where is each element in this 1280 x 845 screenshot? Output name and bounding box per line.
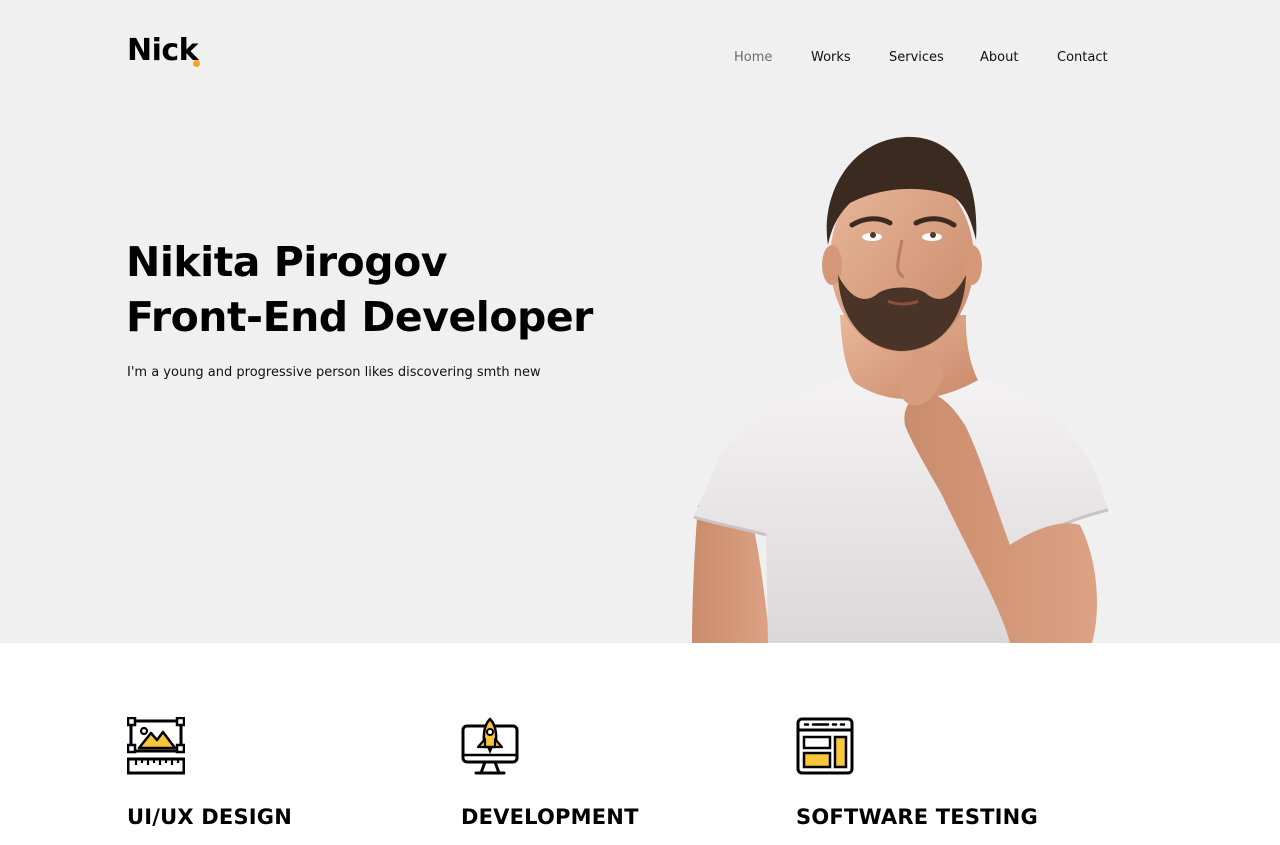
service-title: UI/UX DESIGN: [127, 805, 293, 829]
hero-name: Nikita Pirogov: [126, 238, 447, 286]
browser-layout-icon: [796, 717, 854, 775]
services-section: UI/UX DESIGN DEVELOPMENT SOFTWARE TESTIN…: [0, 643, 1280, 845]
rocket-monitor-icon: [461, 717, 519, 775]
service-title: SOFTWARE TESTING: [796, 805, 1038, 829]
site-header: Nick Home Works Services About Contact: [0, 0, 1280, 110]
nav-item-contact[interactable]: Contact: [1057, 49, 1108, 67]
portrait-photo: [692, 136, 1109, 643]
nav-item-about[interactable]: About: [980, 49, 1018, 67]
hero-section: Nick Home Works Services About Contact N…: [0, 0, 1280, 643]
hero-tagline: I'm a young and progressive person likes…: [127, 365, 541, 380]
nav-item-services[interactable]: Services: [889, 49, 944, 67]
service-title: DEVELOPMENT: [461, 805, 639, 829]
main-nav: Home Works Services About Contact: [0, 49, 1280, 69]
service-card-software-testing: SOFTWARE TESTING: [796, 717, 1038, 829]
service-card-ui-ux: UI/UX DESIGN: [127, 717, 292, 829]
nav-item-home[interactable]: Home: [734, 49, 772, 67]
hero-role: Front-End Developer: [126, 293, 593, 341]
service-card-development: DEVELOPMENT: [461, 717, 638, 829]
design-frame-icon: [127, 717, 185, 775]
nav-item-works[interactable]: Works: [811, 49, 851, 67]
